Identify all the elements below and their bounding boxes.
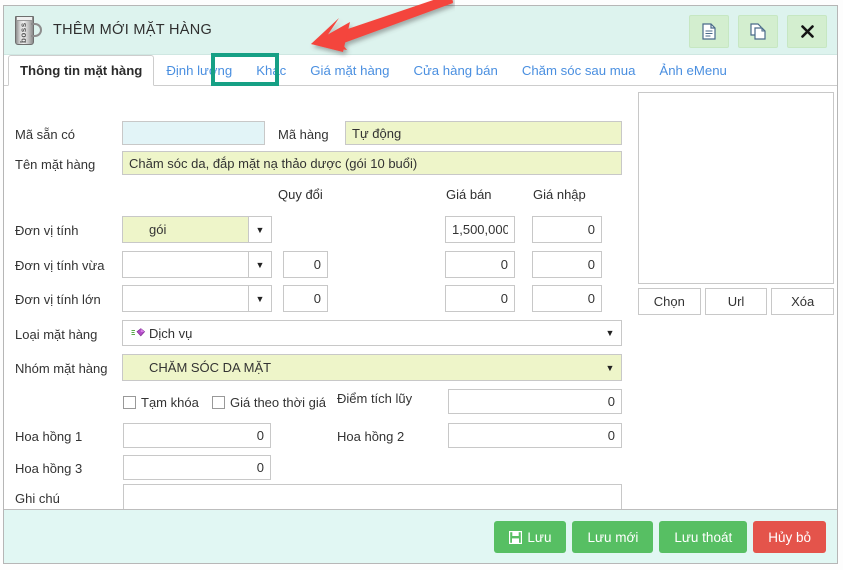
don-vi-tinh-select[interactable]: gói ▼ — [122, 216, 272, 243]
label-don-vi-tinh-vua: Đơn vị tính vừa — [15, 258, 105, 273]
form-content: Mã sẵn có Mã hàng Tên mặt hàng Quy đổi G… — [4, 86, 837, 509]
column-header-quy-doi: Quy đổi — [278, 187, 323, 202]
tam-khoa-label: Tạm khóa — [141, 395, 199, 410]
save-exit-button-label: Lưu thoát — [674, 529, 733, 545]
tab-anh-emenu[interactable]: Ảnh eMenu — [647, 55, 738, 85]
ma-hang-input[interactable] — [345, 121, 622, 145]
save-button[interactable]: Lưu — [494, 521, 567, 553]
don-vi-tinh-gia-ban-input[interactable] — [445, 216, 515, 243]
don-vi-tinh-lon-gia-nhap-input[interactable] — [532, 285, 602, 312]
product-image-preview[interactable] — [638, 92, 834, 284]
save-new-button[interactable]: Lưu mới — [572, 521, 654, 553]
loai-mat-hang-select[interactable]: Dịch vụ ▼ — [122, 320, 622, 346]
hoa-hong-1-input[interactable] — [123, 423, 271, 448]
titlebar-actions — [689, 15, 827, 48]
don-vi-tinh-vua-gia-nhap-input[interactable] — [532, 251, 602, 278]
mug-handle — [31, 23, 42, 37]
chevron-down-icon: ▼ — [605, 362, 615, 373]
diem-tich-luy-input[interactable] — [448, 389, 622, 414]
label-ghi-chu: Ghi chú — [15, 491, 60, 506]
gia-theo-thoi-gia-label: Giá theo thời giá — [230, 395, 326, 410]
save-floppy-icon — [509, 530, 523, 544]
close-icon — [800, 25, 814, 38]
label-hoa-hong-2: Hoa hồng 2 — [337, 429, 405, 444]
label-ten-mat-hang: Tên mặt hàng — [15, 157, 96, 172]
tab-cua-hang-ban[interactable]: Cửa hàng bán — [401, 55, 509, 85]
choose-image-button[interactable]: Chọn — [638, 288, 701, 315]
label-diem-tich-luy: Điểm tích lũy — [337, 391, 413, 406]
image-action-buttons: Chọn Url Xóa — [638, 288, 835, 315]
ma-san-co-input[interactable] — [122, 121, 265, 145]
close-button[interactable] — [787, 15, 827, 48]
label-nhom-mat-hang: Nhóm mặt hàng — [15, 361, 108, 376]
label-hoa-hong-3: Hoa hồng 3 — [15, 461, 83, 476]
cancel-button[interactable]: Hủy bỏ — [753, 521, 826, 553]
tab-thong-tin-mat-hang[interactable]: Thông tin mặt hàng — [8, 55, 155, 86]
checkbox-box — [123, 396, 136, 409]
tab-dinh-luong[interactable]: Định lượng — [154, 55, 244, 85]
tab-cham-soc-sau-mua[interactable]: Chăm sóc sau mua — [510, 55, 648, 85]
don-vi-tinh-vua-gia-ban-input[interactable] — [445, 251, 515, 278]
tab-khac[interactable]: Khác — [244, 55, 298, 85]
page-title: THÊM MỚI MẶT HÀNG — [53, 22, 213, 38]
don-vi-tinh-lon-quy-doi-input[interactable] — [283, 285, 328, 312]
document-icon — [702, 23, 716, 40]
label-don-vi-tinh: Đơn vị tính — [15, 223, 79, 238]
checkbox-box — [212, 396, 225, 409]
tab-strip: Thông tin mặt hàng Định lượng Khác Giá m… — [4, 55, 837, 86]
save-new-button-label: Lưu mới — [587, 529, 639, 545]
nhom-mat-hang-value: CHĂM SÓC DA MẶT — [149, 360, 272, 375]
ten-mat-hang-input[interactable] — [122, 151, 622, 175]
chevron-down-icon: ▼ — [605, 328, 615, 338]
hoa-hong-3-input[interactable] — [123, 455, 271, 480]
app-mug-icon: boss — [15, 14, 42, 46]
dialog-footer: Lưu Lưu mới Lưu thoát Hủy bỏ — [4, 509, 837, 563]
label-hoa-hong-1: Hoa hồng 1 — [15, 429, 83, 444]
loai-mat-hang-value: Dịch vụ — [149, 325, 193, 341]
image-url-button[interactable]: Url — [704, 288, 768, 315]
chevron-down-icon: ▼ — [248, 217, 271, 242]
don-vi-tinh-vua-quy-doi-input[interactable] — [283, 251, 328, 278]
column-header-gia-ban: Giá bán — [446, 187, 492, 202]
cancel-button-label: Hủy bỏ — [768, 529, 811, 545]
footer-buttons: Lưu Lưu mới Lưu thoát Hủy bỏ — [494, 521, 826, 553]
title-bar: boss THÊM MỚI MẶT HÀNG — [4, 6, 837, 55]
label-loai-mat-hang: Loại mặt hàng — [15, 327, 98, 342]
don-vi-tinh-lon-select[interactable]: ▼ — [122, 285, 272, 312]
save-button-label: Lưu — [527, 529, 552, 545]
chevron-down-icon: ▼ — [248, 286, 271, 311]
chevron-down-icon: ▼ — [248, 252, 271, 277]
copy-icon — [750, 23, 766, 40]
don-vi-tinh-value: gói — [149, 222, 167, 237]
nhom-mat-hang-select[interactable]: CHĂM SÓC DA MẶT ▼ — [122, 354, 622, 381]
save-exit-button[interactable]: Lưu thoát — [659, 521, 748, 553]
label-ma-san-co: Mã sẵn có — [15, 127, 75, 142]
ghi-chu-input[interactable] — [123, 484, 622, 509]
tam-khoa-checkbox[interactable]: Tạm khóa — [123, 395, 199, 410]
dialog-window: boss THÊM MỚI MẶT HÀNG Thông tin mặt hàn… — [3, 5, 838, 564]
don-vi-tinh-gia-nhap-input[interactable] — [532, 216, 602, 243]
app-root: boss THÊM MỚI MẶT HÀNG Thông tin mặt hàn… — [0, 0, 843, 570]
column-header-gia-nhap: Giá nhập — [533, 187, 586, 202]
hoa-hong-2-input[interactable] — [448, 423, 622, 448]
tab-gia-mat-hang[interactable]: Giá mặt hàng — [298, 55, 401, 85]
gia-theo-thoi-gia-checkbox[interactable]: Giá theo thời giá — [212, 395, 326, 410]
label-ma-hang: Mã hàng — [278, 127, 329, 142]
delete-image-button[interactable]: Xóa — [771, 288, 835, 315]
don-vi-tinh-vua-select[interactable]: ▼ — [122, 251, 272, 278]
document-button[interactable] — [689, 15, 729, 48]
don-vi-tinh-lon-gia-ban-input[interactable] — [445, 285, 515, 312]
copy-button[interactable] — [738, 15, 778, 48]
label-don-vi-tinh-lon: Đơn vị tính lớn — [15, 292, 101, 307]
